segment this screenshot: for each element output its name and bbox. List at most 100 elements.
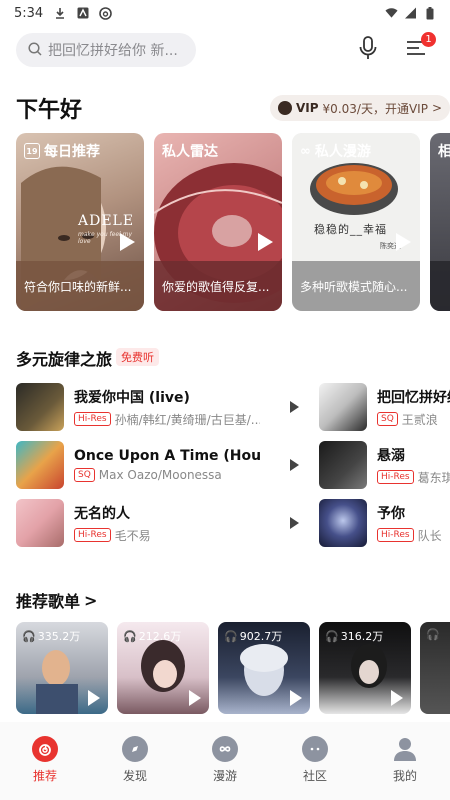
song-cover: [319, 383, 367, 431]
playlist-row: 🎧 335.2万 🎧 212.6万 🎧 902.7万 🎧 316.2万 🎧: [16, 622, 450, 716]
play-count-text: 316.2万: [340, 630, 384, 643]
greeting-title: 下午好: [16, 98, 83, 123]
search-placeholder: 把回忆拼好给你 新...: [48, 43, 178, 59]
section-title-diverse: 多元旋律之旅: [16, 350, 113, 369]
signal-icon: [404, 7, 417, 20]
song-play-icon[interactable]: [290, 401, 299, 413]
song-cover: [16, 383, 64, 431]
play-icon[interactable]: [120, 233, 135, 251]
playlist-card[interactable]: 🎧 212.6万: [117, 622, 209, 714]
headphone-icon: 🎧: [325, 629, 339, 643]
netease-status-icon: [99, 6, 113, 20]
playlist-card[interactable]: 🎧 335.2万: [16, 622, 108, 714]
menu-button[interactable]: 1: [402, 32, 436, 64]
song-title: 把回忆拼好给你: [377, 389, 450, 406]
play-count: 🎧 335.2万: [22, 628, 80, 644]
vip-promo-button[interactable]: VIP ¥0.03/天，开通VIP >: [270, 95, 450, 121]
song-artist: 孙楠/韩红/黄绮珊/古巨基/...: [114, 412, 260, 427]
song-artist: 葛东琪: [417, 470, 450, 485]
top-bar: 把回忆拼好给你 新... 1: [16, 32, 436, 68]
song-item[interactable]: 悬溺 Hi-Res 葛东琪: [319, 440, 450, 490]
song-play-icon[interactable]: [290, 459, 299, 471]
wifi-icon: [385, 7, 398, 20]
song-artist: 毛不易: [114, 528, 151, 543]
playlist-play-icon[interactable]: [189, 690, 201, 706]
headphone-icon: 🎧: [426, 628, 440, 641]
song-artist: Max Oazo/Moonessa: [98, 468, 222, 482]
song-title: 予你: [377, 505, 405, 522]
roam-infinity-icon: ∞: [300, 143, 311, 159]
song-item[interactable]: Once Upon A Time (House... SQMax Oazo/Mo…: [16, 440, 260, 490]
song-item[interactable]: 把回忆拼好给你 SQ王贰浪: [319, 382, 450, 432]
playlist-card[interactable]: 🎧: [420, 622, 450, 714]
recommend-caption: 符合你口味的新鲜...: [16, 261, 144, 311]
song-cover: [319, 499, 367, 547]
vip-price-text: ¥0.03/天，开通VIP: [322, 101, 428, 116]
quality-tag: Hi-Res: [377, 528, 414, 542]
chat-bubble-icon: [302, 736, 328, 762]
recommend-label: 19 每日推荐: [24, 141, 100, 161]
section-title-playlists[interactable]: 推荐歌单 >: [16, 588, 97, 612]
playlist-card[interactable]: 🎧 316.2万: [319, 622, 411, 714]
quality-tag: SQ: [377, 412, 398, 426]
quality-tag: Hi-Res: [377, 470, 414, 484]
tab-label: 发现: [122, 769, 147, 783]
song-cover: [319, 441, 367, 489]
cover-title-text: 稳稳的__幸福: [314, 223, 387, 236]
play-icon[interactable]: [396, 233, 411, 251]
search-input[interactable]: 把回忆拼好给你 新...: [16, 33, 196, 67]
tab-label: 漫游: [212, 769, 237, 783]
free-listen-badge: 免费听: [116, 348, 159, 366]
quality-tag: SQ: [74, 468, 95, 482]
song-title: 我爱你中国 (live): [74, 389, 190, 406]
cover-artist-text: ADELE: [78, 213, 135, 229]
microphone-icon: [358, 36, 378, 64]
recommend-card-daily[interactable]: 19 每日推荐 ADELE make you feel my love 符合你口…: [16, 133, 144, 311]
recommend-label: 相: [438, 141, 450, 161]
recommend-label-text: 相: [438, 144, 450, 160]
recommend-label-text: 每日推荐: [44, 144, 100, 160]
headphone-icon: 🎧: [22, 629, 36, 643]
tab-discover[interactable]: 发现: [90, 722, 180, 800]
playlist-card[interactable]: 🎧 902.7万: [218, 622, 310, 714]
compass-icon: [122, 736, 148, 762]
song-title: 无名的人: [74, 505, 130, 522]
recommend-card-radar[interactable]: 私人雷达 你爱的歌值得反复...: [154, 133, 282, 311]
headphone-icon: 🎧: [123, 629, 137, 643]
tab-roam[interactable]: 漫游: [180, 722, 270, 800]
song-item[interactable]: 无名的人 Hi-Res 毛不易: [16, 498, 260, 548]
play-icon[interactable]: [258, 233, 273, 251]
calendar-icon: 19: [24, 143, 40, 159]
tab-label: 推荐: [32, 769, 57, 783]
recommend-label-text: 私人雷达: [162, 144, 218, 160]
recommend-card-roam[interactable]: ∞ 私人漫游 稳稳的__幸福 陈奕迅 多种听歌模式随心...: [292, 133, 420, 311]
playlist-play-icon[interactable]: [391, 690, 403, 706]
recommend-card-similar[interactable]: 相: [430, 133, 450, 311]
song-title: 悬溺: [377, 447, 405, 464]
download-icon: [53, 7, 66, 20]
tab-community[interactable]: 社区: [270, 722, 360, 800]
user-profile-icon: [392, 736, 418, 762]
recommend-label: ∞ 私人漫游: [300, 141, 371, 161]
play-count: 🎧: [426, 628, 440, 641]
song-item[interactable]: 予你 Hi-Res 队长: [319, 498, 450, 548]
quality-tag: Hi-Res: [74, 412, 111, 426]
mic-button[interactable]: [354, 36, 382, 64]
quality-tag: Hi-Res: [74, 528, 111, 542]
recommend-caption: 多种听歌模式随心...: [292, 261, 420, 311]
vip-logo-text: VIP: [296, 101, 319, 115]
bottom-tab-bar: 推荐 发现 漫游 社区 我的: [0, 722, 450, 800]
battery-icon: [423, 6, 436, 20]
song-item[interactable]: 我爱你中国 (live) Hi-Res 孙楠/韩红/黄绮珊/古巨基/...: [16, 382, 260, 432]
notification-badge: 1: [421, 32, 436, 47]
tab-mine[interactable]: 我的: [360, 722, 450, 800]
playlist-play-icon[interactable]: [88, 690, 100, 706]
chevron-right-icon: >: [84, 590, 98, 610]
playlist-play-icon[interactable]: [290, 690, 302, 706]
song-play-icon[interactable]: [290, 517, 299, 529]
song-cover: [16, 499, 64, 547]
tab-recommend[interactable]: 推荐: [0, 722, 90, 800]
play-count-text: 212.6万: [138, 630, 182, 643]
song-cover: [16, 441, 64, 489]
play-count-text: 335.2万: [37, 630, 81, 643]
